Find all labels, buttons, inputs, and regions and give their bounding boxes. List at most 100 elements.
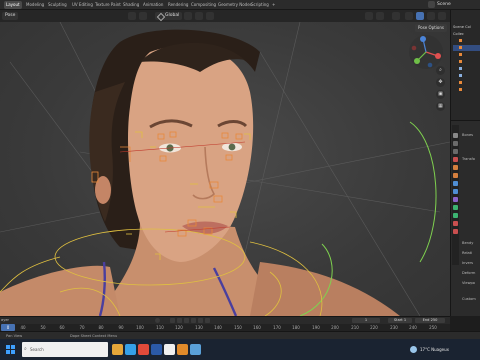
store-icon[interactable]	[151, 344, 162, 355]
blender-icon[interactable]	[177, 344, 188, 355]
armature-icon	[459, 39, 462, 42]
start-frame-label: Start	[393, 318, 403, 322]
deform-section[interactable]: Deform	[462, 271, 480, 276]
data-tab-icon[interactable]	[453, 205, 458, 210]
end-frame-label: End	[422, 318, 430, 322]
perspective-toggle-icon[interactable]: ▦	[436, 102, 445, 111]
outliner-row[interactable]	[453, 80, 480, 86]
outliner-row[interactable]	[453, 59, 480, 65]
scene-tab-icon[interactable]	[453, 157, 458, 162]
mesh-icon	[459, 88, 462, 91]
select-menu-icon[interactable]	[139, 12, 147, 20]
bendy-bones-section[interactable]: Bendy	[462, 241, 480, 246]
pan-hand-icon[interactable]: ✥	[436, 78, 445, 87]
tab-shading[interactable]: Shading	[121, 1, 141, 9]
file-explorer-icon[interactable]	[112, 344, 123, 355]
taskbar-search-input[interactable]: ⌕ Search	[22, 342, 108, 357]
edge-browser-icon[interactable]	[125, 344, 136, 355]
visibility-icon[interactable]	[365, 12, 373, 20]
scene-icon[interactable]	[428, 1, 435, 8]
scene-selector[interactable]: Scene	[437, 1, 451, 9]
bone-tab-icon[interactable]	[453, 213, 458, 218]
physics-tab-icon[interactable]	[453, 197, 458, 202]
status-bar: Pan View Dope Sheet Context Menu	[0, 331, 480, 339]
outliner-row[interactable]	[453, 66, 480, 72]
right-shoulder-shape	[250, 262, 400, 316]
mode-select[interactable]: Pose	[2, 12, 19, 20]
relations-section[interactable]: Relati	[462, 251, 480, 256]
outliner-row[interactable]	[453, 38, 480, 44]
windows-start-icon[interactable]	[6, 345, 15, 354]
app-icon[interactable]	[190, 344, 201, 355]
tab-rendering[interactable]: Rendering	[166, 1, 190, 9]
right-iris-shape	[228, 143, 236, 151]
object-icon	[459, 74, 462, 77]
material-tab-icon[interactable]	[453, 229, 458, 234]
transform-section[interactable]: Transfo	[462, 157, 480, 162]
armature-icon	[459, 46, 462, 49]
outliner-row[interactable]	[453, 73, 480, 79]
tab-uv-editing[interactable]: UV Editing	[70, 1, 95, 9]
end-frame-field[interactable]: End 250	[415, 318, 445, 323]
tool-tab-icon[interactable]	[453, 133, 458, 138]
xray-icon[interactable]	[405, 12, 413, 20]
object-tab-icon[interactable]	[453, 173, 458, 178]
snap-icon[interactable]	[195, 12, 203, 20]
next-keyframe-icon[interactable]	[198, 318, 203, 323]
outliner-row[interactable]	[453, 52, 480, 58]
outliner-row[interactable]: Collec	[453, 31, 480, 37]
shading-rendered-icon[interactable]	[438, 12, 446, 20]
world-tab-icon[interactable]	[453, 165, 458, 170]
pivot-point-icon[interactable]	[184, 12, 192, 20]
overlays-icon[interactable]	[392, 12, 400, 20]
bone-constraint-tab-icon[interactable]	[453, 221, 458, 226]
outliner-row[interactable]: Scene Col	[453, 24, 480, 30]
inverse-kinematics-section[interactable]: Invers	[462, 261, 480, 266]
add-workspace-button[interactable]: +	[270, 1, 277, 9]
start-frame-field[interactable]: Start 1	[388, 318, 412, 323]
jump-start-icon[interactable]	[170, 318, 175, 323]
navigation-gizmo[interactable]	[408, 34, 444, 70]
mail-icon[interactable]	[164, 344, 175, 355]
constraint-tab-icon[interactable]	[453, 189, 458, 194]
timeline-panel[interactable]: ayer 1 Start 1 End 250 40 50 60 70 80 90…	[0, 316, 450, 332]
weather-text[interactable]: 17°C Nuageux	[420, 339, 449, 360]
tab-sculpting[interactable]: Sculpting	[46, 1, 69, 9]
tab-animation[interactable]: Animation	[141, 1, 165, 9]
render-tab-icon[interactable]	[453, 141, 458, 146]
outliner-row-selected[interactable]	[453, 45, 480, 51]
zoom-icon[interactable]: ⌕	[436, 66, 445, 75]
tab-modeling[interactable]: Modeling	[24, 1, 46, 9]
timeline-menu[interactable]: ayer	[1, 318, 9, 323]
tab-scripting[interactable]: Scripting	[249, 1, 271, 9]
viewport-display-section[interactable]: Viewpo	[462, 281, 480, 286]
tab-layout[interactable]: Layout	[4, 1, 22, 9]
play-reverse-icon[interactable]	[184, 318, 189, 323]
output-tab-icon[interactable]	[453, 149, 458, 154]
shading-solid-icon[interactable]	[416, 12, 424, 20]
outliner-row[interactable]	[453, 87, 480, 93]
viewport-scene	[0, 22, 450, 316]
view-menu-icon[interactable]	[128, 12, 136, 20]
camera-view-icon[interactable]: ▣	[436, 90, 445, 99]
3d-viewport[interactable]: ⌕ ✥ ▣ ▦	[0, 22, 450, 316]
current-frame-field[interactable]: 1	[352, 318, 380, 323]
play-icon[interactable]	[191, 318, 196, 323]
gizmo-toggle-icon[interactable]	[376, 12, 384, 20]
transform-orientation-select[interactable]: Global	[155, 12, 183, 20]
tab-compositing[interactable]: Compositing	[189, 1, 218, 9]
modifier-tab-icon[interactable]	[453, 181, 458, 186]
end-frame-value: 250	[430, 318, 438, 322]
tab-texture-paint[interactable]: Texture Paint	[93, 1, 123, 9]
jump-end-icon[interactable]	[205, 318, 210, 323]
outliner-panel: Scene Col Collec	[450, 10, 480, 120]
proportional-edit-icon[interactable]	[206, 12, 214, 20]
search-icon: ⌕	[24, 346, 27, 352]
prev-keyframe-icon[interactable]	[177, 318, 182, 323]
pose-options-button[interactable]: Pose Options	[415, 24, 447, 32]
chrome-browser-icon[interactable]	[138, 344, 149, 355]
shading-material-icon[interactable]	[427, 12, 435, 20]
playhead[interactable]: 0	[1, 324, 15, 331]
record-icon[interactable]	[155, 318, 160, 323]
custom-properties-section[interactable]: Custom	[462, 297, 480, 302]
